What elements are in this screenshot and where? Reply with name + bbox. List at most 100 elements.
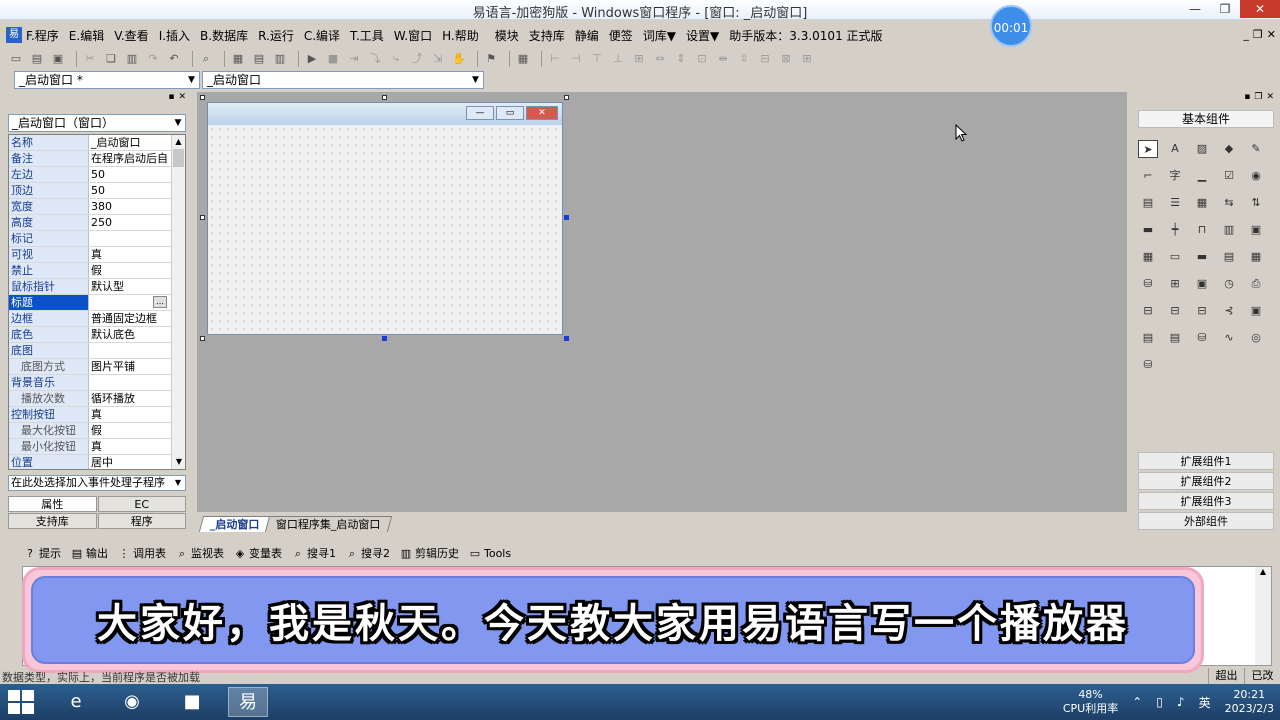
property-row[interactable]: 位置 居中 [9, 455, 185, 469]
tab-call-stack[interactable]: ⋮ 调用表 [118, 545, 167, 561]
property-value[interactable] [89, 375, 169, 390]
pin-icon[interactable]: ▪ [168, 92, 174, 104]
property-row[interactable]: 顶边 50 [9, 183, 185, 199]
close-button[interactable]: ✕ [1240, 0, 1280, 18]
combo-icon[interactable]: ▤ [1138, 194, 1158, 212]
slider-icon[interactable]: ┿ [1165, 221, 1185, 239]
property-row[interactable]: 鼠标指针 默认型 [9, 279, 185, 295]
tab-watch[interactable]: ⌕ 监视表 [176, 545, 224, 561]
menu-window[interactable]: W.窗口 [394, 27, 432, 44]
minecraft-icon[interactable]: ■ [172, 687, 212, 717]
form-client-area[interactable] [208, 125, 562, 334]
server-icon[interactable]: ⊟ [1165, 302, 1185, 320]
form-maximize-icon[interactable]: ▭ [496, 106, 524, 120]
pointer-icon[interactable]: ➤ [1138, 140, 1158, 158]
tab-startup-window[interactable]: _启动窗口 [198, 516, 271, 532]
checklist-icon[interactable]: ▦ [1192, 194, 1212, 212]
scrollbar-v-icon[interactable]: ⇅ [1246, 194, 1266, 212]
group-box-icon[interactable]: ⌐ [1138, 167, 1158, 185]
form-titlebar[interactable]: — ▭ ✕ [208, 103, 562, 125]
copy-icon[interactable]: ❏ [103, 51, 119, 67]
property-value[interactable]: 默认型 [89, 279, 169, 294]
doc-icon[interactable]: ▤ [1219, 248, 1239, 266]
category-extended-3[interactable]: 扩展组件3 [1138, 492, 1274, 510]
align-top-icon[interactable]: ⊤ [589, 51, 605, 67]
grid-icon[interactable]: ⊞ [799, 51, 815, 67]
property-value[interactable]: 居中 [89, 455, 169, 469]
menu-settings[interactable]: 设置▼ [686, 27, 719, 44]
startup-form[interactable]: — ▭ ✕ [207, 102, 563, 335]
property-row[interactable]: 底色 默认底色 [9, 327, 185, 343]
easy-language-icon[interactable]: 易 [228, 687, 268, 717]
checkbox-icon[interactable]: ☑ [1219, 167, 1239, 185]
new-file-icon[interactable]: ▭ [8, 51, 24, 67]
progress-icon[interactable]: ▬ [1138, 221, 1158, 239]
odbc-db-icon[interactable]: ⛁ [1138, 356, 1158, 374]
restore-icon[interactable]: ❐ [1254, 92, 1262, 104]
step-icon[interactable]: ⇥ [346, 51, 362, 67]
timer-icon[interactable]: ◷ [1219, 275, 1239, 293]
layout-icon[interactable]: ⊞ [1165, 275, 1185, 293]
calendar-icon[interactable]: ▣ [1246, 221, 1266, 239]
tab-search-1[interactable]: ⌕ 搜寻1 [292, 545, 336, 561]
tab-hint[interactable]: ? 提示 [24, 545, 61, 561]
same-height-icon[interactable]: ⇕ [673, 51, 689, 67]
property-row[interactable]: 左边 50 [9, 167, 185, 183]
minimize-button[interactable]: — [1180, 0, 1210, 18]
chevron-down-icon[interactable]: ▼ [184, 72, 199, 88]
chevron-down-icon[interactable]: ▼ [171, 115, 185, 131]
socket-icon[interactable]: ⊰ [1219, 302, 1239, 320]
property-row[interactable]: 标题... [9, 295, 185, 311]
menu-program[interactable]: F.程序 [26, 27, 59, 44]
open-folder-icon[interactable]: ▤ [29, 51, 45, 67]
resize-handle[interactable] [382, 95, 387, 100]
paste-icon[interactable]: ▥ [124, 51, 140, 67]
odbc-link-icon[interactable]: ▤ [1165, 329, 1185, 347]
menu-view[interactable]: V.查看 [114, 27, 148, 44]
hand-icon[interactable]: ✋ [451, 51, 467, 67]
tab-program[interactable]: 程序 [97, 513, 186, 529]
radio-icon[interactable]: ◉ [1246, 167, 1266, 185]
layout-1-icon[interactable]: ▦ [230, 51, 246, 67]
ime-indicator[interactable]: 英 [1199, 694, 1211, 711]
property-row[interactable]: 高度 250 [9, 215, 185, 231]
resize-handle[interactable] [200, 95, 205, 100]
property-row[interactable]: 边框 普通固定边框 [9, 311, 185, 327]
menu-lexicon[interactable]: 词库▼ [643, 27, 676, 44]
tab-ec[interactable]: EC [97, 496, 186, 512]
restore-button[interactable]: ❐ [1210, 0, 1240, 18]
shape-icon[interactable]: ◆ [1219, 140, 1239, 158]
window-selector[interactable]: _启动窗口 * ▼ [14, 71, 200, 89]
scroll-thumb[interactable] [173, 149, 184, 167]
odbc-icon[interactable]: ◎ [1246, 329, 1266, 347]
property-value[interactable]: ... [89, 295, 169, 310]
menu-static-compile[interactable]: 静编 [575, 27, 599, 44]
property-row[interactable]: 底图 [9, 343, 185, 359]
mdi-restore-icon[interactable]: ❐ [1253, 28, 1263, 41]
property-value[interactable]: 真 [89, 439, 169, 454]
windows-start-icon[interactable] [8, 690, 36, 714]
odbc-source-icon[interactable]: ▤ [1138, 329, 1158, 347]
chart-icon[interactable]: ∿ [1219, 329, 1239, 347]
tab-output[interactable]: ▤ 输出 [71, 545, 108, 561]
property-row[interactable]: 最小化按钮真 [9, 439, 185, 455]
property-row[interactable]: 背景音乐 [9, 375, 185, 391]
category-extended-1[interactable]: 扩展组件1 [1138, 452, 1274, 470]
mdi-minimize-icon[interactable]: _ [1243, 28, 1249, 41]
property-row[interactable]: 备注 在程序启动后自 [9, 151, 185, 167]
property-value[interactable]: 380 [89, 199, 169, 214]
property-value[interactable]: 在程序启动后自 [89, 151, 169, 166]
menu-insert[interactable]: I.插入 [159, 27, 190, 44]
db-provider-icon[interactable]: ⛁ [1192, 329, 1212, 347]
center-v-icon[interactable]: ⊠ [778, 51, 794, 67]
menu-run[interactable]: R.运行 [258, 27, 294, 44]
stop-icon[interactable]: ■ [325, 51, 341, 67]
align-bottom-icon[interactable]: ⊥ [610, 51, 626, 67]
category-extended-2[interactable]: 扩展组件2 [1138, 472, 1274, 490]
tab-icon[interactable]: ⊓ [1192, 221, 1212, 239]
link-icon[interactable]: ▭ [1165, 248, 1185, 266]
list-icon[interactable]: ☰ [1165, 194, 1185, 212]
close-icon[interactable]: ✕ [178, 92, 186, 104]
property-row[interactable]: 禁止假 [9, 263, 185, 279]
property-value[interactable]: _启动窗口 [89, 135, 169, 150]
